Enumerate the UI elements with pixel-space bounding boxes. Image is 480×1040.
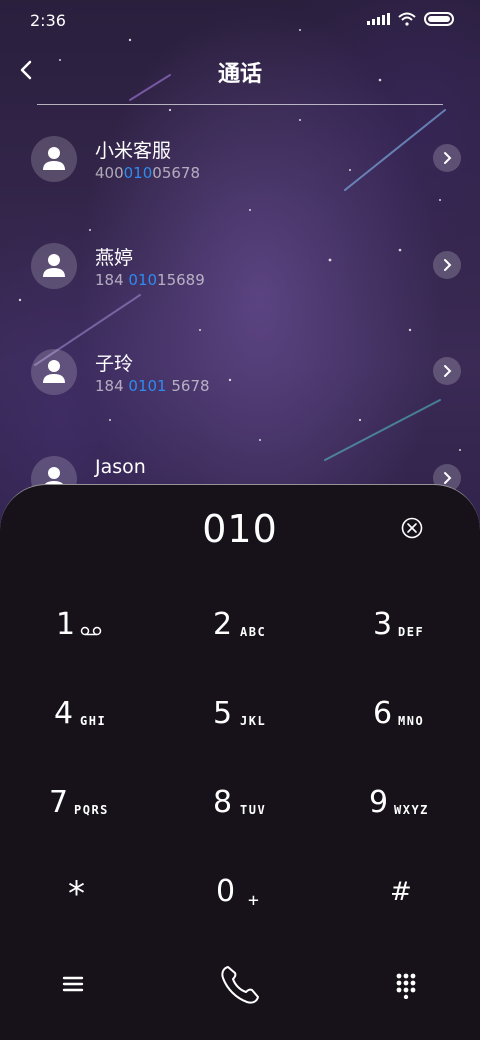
contact-item[interactable]: 燕婷 184 01015689	[0, 227, 480, 307]
status-bar: 2:36	[0, 0, 480, 40]
voicemail-icon	[80, 626, 102, 636]
contact-item[interactable]: 子玲 184 0101 5678	[0, 333, 480, 413]
avatar	[31, 243, 77, 289]
key-letters: DEF	[398, 625, 425, 639]
chevron-right-icon	[444, 259, 452, 271]
key-6[interactable]: 6 MNO	[373, 688, 480, 758]
phone-call-icon	[221, 966, 259, 1004]
menu-button[interactable]	[62, 975, 84, 997]
key-digit: 2	[213, 607, 233, 642]
contact-name: 子玲	[95, 353, 134, 375]
key-2[interactable]: 2 ABC	[213, 599, 333, 669]
contact-detail-button[interactable]	[433, 144, 461, 172]
contact-name: 燕婷	[95, 247, 134, 269]
dialpad-icon	[396, 973, 416, 1000]
battery-icon	[424, 12, 454, 26]
avatar	[31, 136, 77, 182]
clear-input-button[interactable]	[401, 517, 423, 539]
key-digit: #	[390, 877, 412, 907]
key-5[interactable]: 5 JKL	[213, 688, 333, 758]
key-0[interactable]: 0 +	[216, 866, 336, 936]
key-digit: 6	[373, 696, 393, 731]
contact-detail-button[interactable]	[433, 251, 461, 279]
key-1[interactable]: 1	[56, 599, 176, 669]
chevron-right-icon	[444, 472, 452, 484]
key-letters: MNO	[398, 714, 425, 728]
key-digit: 4	[54, 696, 74, 731]
key-digit: 9	[369, 785, 389, 820]
key-letters: ABC	[240, 625, 267, 639]
key-digit: 7	[49, 785, 69, 820]
key-letters: +	[248, 890, 261, 911]
person-icon	[43, 254, 65, 277]
key-4[interactable]: 4 GHI	[54, 688, 174, 758]
key-letters: TUV	[240, 803, 267, 817]
dialer-panel: 010 1 2 ABC 3 DEF 4 GHI 5 JKL 6 MNO 7 PQ…	[0, 484, 480, 1040]
contact-number: 184 0101 5678	[95, 377, 210, 395]
key-digit: 3	[373, 607, 393, 642]
key-star[interactable]: *	[68, 866, 188, 936]
contact-number: 184 01015689	[95, 271, 205, 289]
dialpad-toggle-button[interactable]	[396, 973, 416, 1003]
clear-input-icon	[401, 517, 423, 539]
contact-item[interactable]: 小米客服 40001005678	[0, 120, 480, 200]
key-letters: PQRS	[74, 803, 109, 817]
contact-detail-button[interactable]	[433, 357, 461, 385]
key-letters: WXYZ	[394, 803, 429, 817]
signal-icon	[367, 13, 390, 25]
status-time: 2:36	[30, 11, 66, 30]
wifi-icon	[398, 12, 416, 26]
call-button[interactable]	[218, 963, 262, 1011]
chevron-right-icon	[444, 365, 452, 377]
key-3[interactable]: 3 DEF	[373, 599, 480, 669]
key-letters: GHI	[80, 714, 107, 728]
avatar	[31, 349, 77, 395]
key-9[interactable]: 9 WXYZ	[369, 777, 480, 847]
key-8[interactable]: 8 TUV	[213, 777, 333, 847]
menu-icon	[62, 976, 84, 992]
person-icon	[43, 147, 65, 170]
key-digit: 1	[56, 607, 76, 642]
status-icons	[367, 12, 454, 26]
chevron-right-icon	[444, 152, 452, 164]
contact-name: 小米客服	[95, 140, 172, 162]
key-digit: *	[68, 874, 85, 914]
page-title: 通话	[217, 62, 262, 87]
contact-name: Jason	[95, 456, 146, 478]
contact-number: 40001005678	[95, 164, 200, 182]
person-icon	[43, 360, 65, 383]
key-digit: 0	[216, 874, 236, 909]
header-divider	[37, 104, 443, 105]
key-hash[interactable]: #	[390, 866, 480, 936]
key-letters: JKL	[240, 714, 267, 728]
key-digit: 5	[213, 696, 233, 731]
key-7[interactable]: 7 PQRS	[49, 777, 169, 847]
key-digit: 8	[213, 785, 233, 820]
header: 通话	[0, 48, 480, 94]
